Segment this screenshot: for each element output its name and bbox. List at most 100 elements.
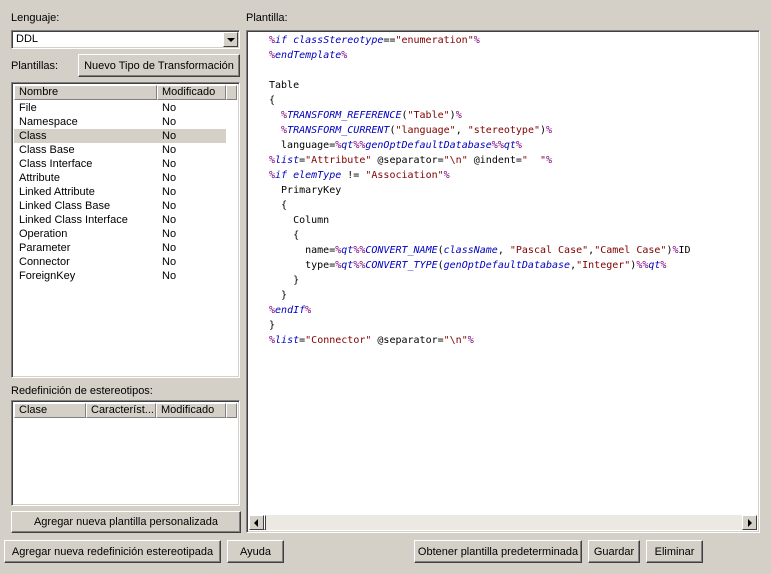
template-row[interactable]: Linked Attribute No: [14, 185, 226, 199]
column-header-name[interactable]: Nombre: [14, 85, 157, 100]
code-line: }: [269, 273, 691, 288]
template-modified: No: [162, 228, 177, 240]
code-token: @indent=: [467, 155, 522, 166]
code-token: ,: [497, 245, 510, 256]
template-row[interactable]: ForeignKey No: [14, 269, 226, 283]
code-line: %TRANSFORM_CURRENT("language", "stereoty…: [269, 123, 691, 138]
template-row[interactable]: Operation No: [14, 227, 226, 241]
language-label: Lenguaje:: [11, 12, 60, 24]
template-modified: No: [162, 200, 177, 212]
template-row[interactable]: Linked Class Interface No: [14, 213, 226, 227]
column-header-class[interactable]: Clase: [14, 403, 86, 418]
code-token: Column: [269, 215, 330, 226]
code-token: %: [546, 155, 553, 166]
template-name: Connector: [19, 256, 70, 268]
code-token: "Connector": [305, 335, 372, 346]
template-name: Namespace: [19, 116, 78, 128]
template-name: Class Interface: [19, 158, 93, 170]
template-name: Class Base: [19, 144, 75, 156]
chevron-down-icon[interactable]: [223, 32, 238, 47]
scroll-thumb[interactable]: [264, 515, 266, 530]
save-button[interactable]: Guardar: [588, 540, 640, 563]
template-code[interactable]: %if classStereotype=="enumeration"% %endT…: [269, 33, 691, 348]
code-token: {: [269, 95, 276, 106]
new-transform-type-button[interactable]: Nuevo Tipo de Transformación: [78, 54, 240, 77]
code-token: genOptDefaultDatabase: [443, 260, 571, 271]
language-dropdown[interactable]: DDL: [11, 30, 240, 49]
scroll-right-icon[interactable]: [742, 515, 757, 530]
template-modified: No: [162, 214, 177, 226]
delete-button[interactable]: Eliminar: [646, 540, 703, 563]
code-token: %%: [353, 245, 366, 256]
add-stereotype-override-button[interactable]: Agregar nueva redefinición estereotipada: [4, 540, 221, 563]
code-token: }: [269, 290, 288, 301]
code-token: list: [275, 335, 300, 346]
code-line: %list="Attribute" @separator="\n" @inden…: [269, 153, 691, 168]
code-token: ,: [455, 125, 468, 136]
column-header-feature[interactable]: Característ...: [86, 403, 156, 418]
code-token: %: [473, 35, 480, 46]
templates-rows: File No Namespace No Class No Class Base No Clas…: [14, 101, 226, 283]
code-token: endIf: [275, 305, 306, 316]
template-row[interactable]: File No: [14, 101, 226, 115]
horizontal-scrollbar[interactable]: [249, 515, 757, 530]
templates-list[interactable]: Nombre Modificado File No Namespace No Class…: [11, 82, 240, 378]
code-token: %%: [491, 140, 504, 151]
code-token: qt: [648, 260, 661, 271]
code-token: qt: [341, 140, 354, 151]
code-token: %: [660, 260, 667, 271]
code-token: qt: [341, 260, 354, 271]
code-token: "Table": [407, 110, 450, 121]
scroll-left-icon[interactable]: [249, 515, 264, 530]
code-token: }: [269, 275, 300, 286]
help-button[interactable]: Ayuda: [227, 540, 284, 563]
template-modified: No: [162, 158, 177, 170]
stereotype-overrides-list[interactable]: Clase Característ... Modificado: [11, 400, 240, 506]
code-token: "language": [395, 125, 456, 136]
code-line: name=%qt%%CONVERT_NAME(className, "Pasca…: [269, 243, 690, 258]
template-name: Operation: [19, 228, 68, 240]
template-row[interactable]: Linked Class Base No: [14, 199, 226, 213]
template-modified: No: [162, 144, 177, 156]
template-row[interactable]: Attribute No: [14, 171, 226, 185]
code-token: "stereotype": [467, 125, 540, 136]
template-name: Class: [19, 130, 47, 142]
template-row[interactable]: Parameter No: [14, 241, 226, 255]
code-token: %: [305, 305, 312, 316]
template-modified: No: [162, 270, 177, 282]
template-row[interactable]: Connector No: [14, 255, 226, 269]
code-token: "Camel Case": [594, 245, 667, 256]
stereotype-overrides-label: Redefinición de estereotipos:: [11, 385, 153, 397]
template-row[interactable]: Class Base No: [14, 143, 226, 157]
template-modified: No: [162, 256, 177, 268]
template-modified: No: [162, 116, 177, 128]
add-custom-template-button[interactable]: Agregar nueva plantilla personalizada: [11, 511, 241, 533]
code-token: TRANSFORM_REFERENCE: [287, 110, 402, 121]
code-line: }: [269, 318, 691, 333]
code-line: Column: [269, 213, 691, 228]
code-token: if elemType: [275, 170, 342, 181]
code-line: Table: [269, 78, 691, 93]
template-row[interactable]: Namespace No: [14, 115, 226, 129]
code-token: %: [467, 335, 474, 346]
code-token: if classStereotype: [275, 35, 384, 46]
code-token: %: [341, 50, 348, 61]
code-token: language=: [269, 140, 336, 151]
code-token: "enumeration": [395, 35, 474, 46]
code-line: }: [269, 288, 691, 303]
code-token: "\n": [443, 335, 468, 346]
template-modified: No: [162, 186, 177, 198]
code-line: %if elemType != "Association"%: [269, 168, 691, 183]
column-header-modified[interactable]: Modificado: [157, 85, 226, 100]
code-token: %%: [353, 140, 366, 151]
code-token: %: [443, 170, 450, 181]
get-default-template-button[interactable]: Obtener plantilla predeterminada: [414, 540, 582, 563]
template-editor[interactable]: %if classStereotype=="enumeration"% %endT…: [246, 30, 760, 533]
template-row[interactable]: Class Interface No: [14, 157, 226, 171]
template-name: Parameter: [19, 242, 71, 254]
code-token: type=: [269, 260, 336, 271]
template-row[interactable]: Class No: [14, 129, 226, 143]
column-header-modified[interactable]: Modificado: [156, 403, 226, 418]
